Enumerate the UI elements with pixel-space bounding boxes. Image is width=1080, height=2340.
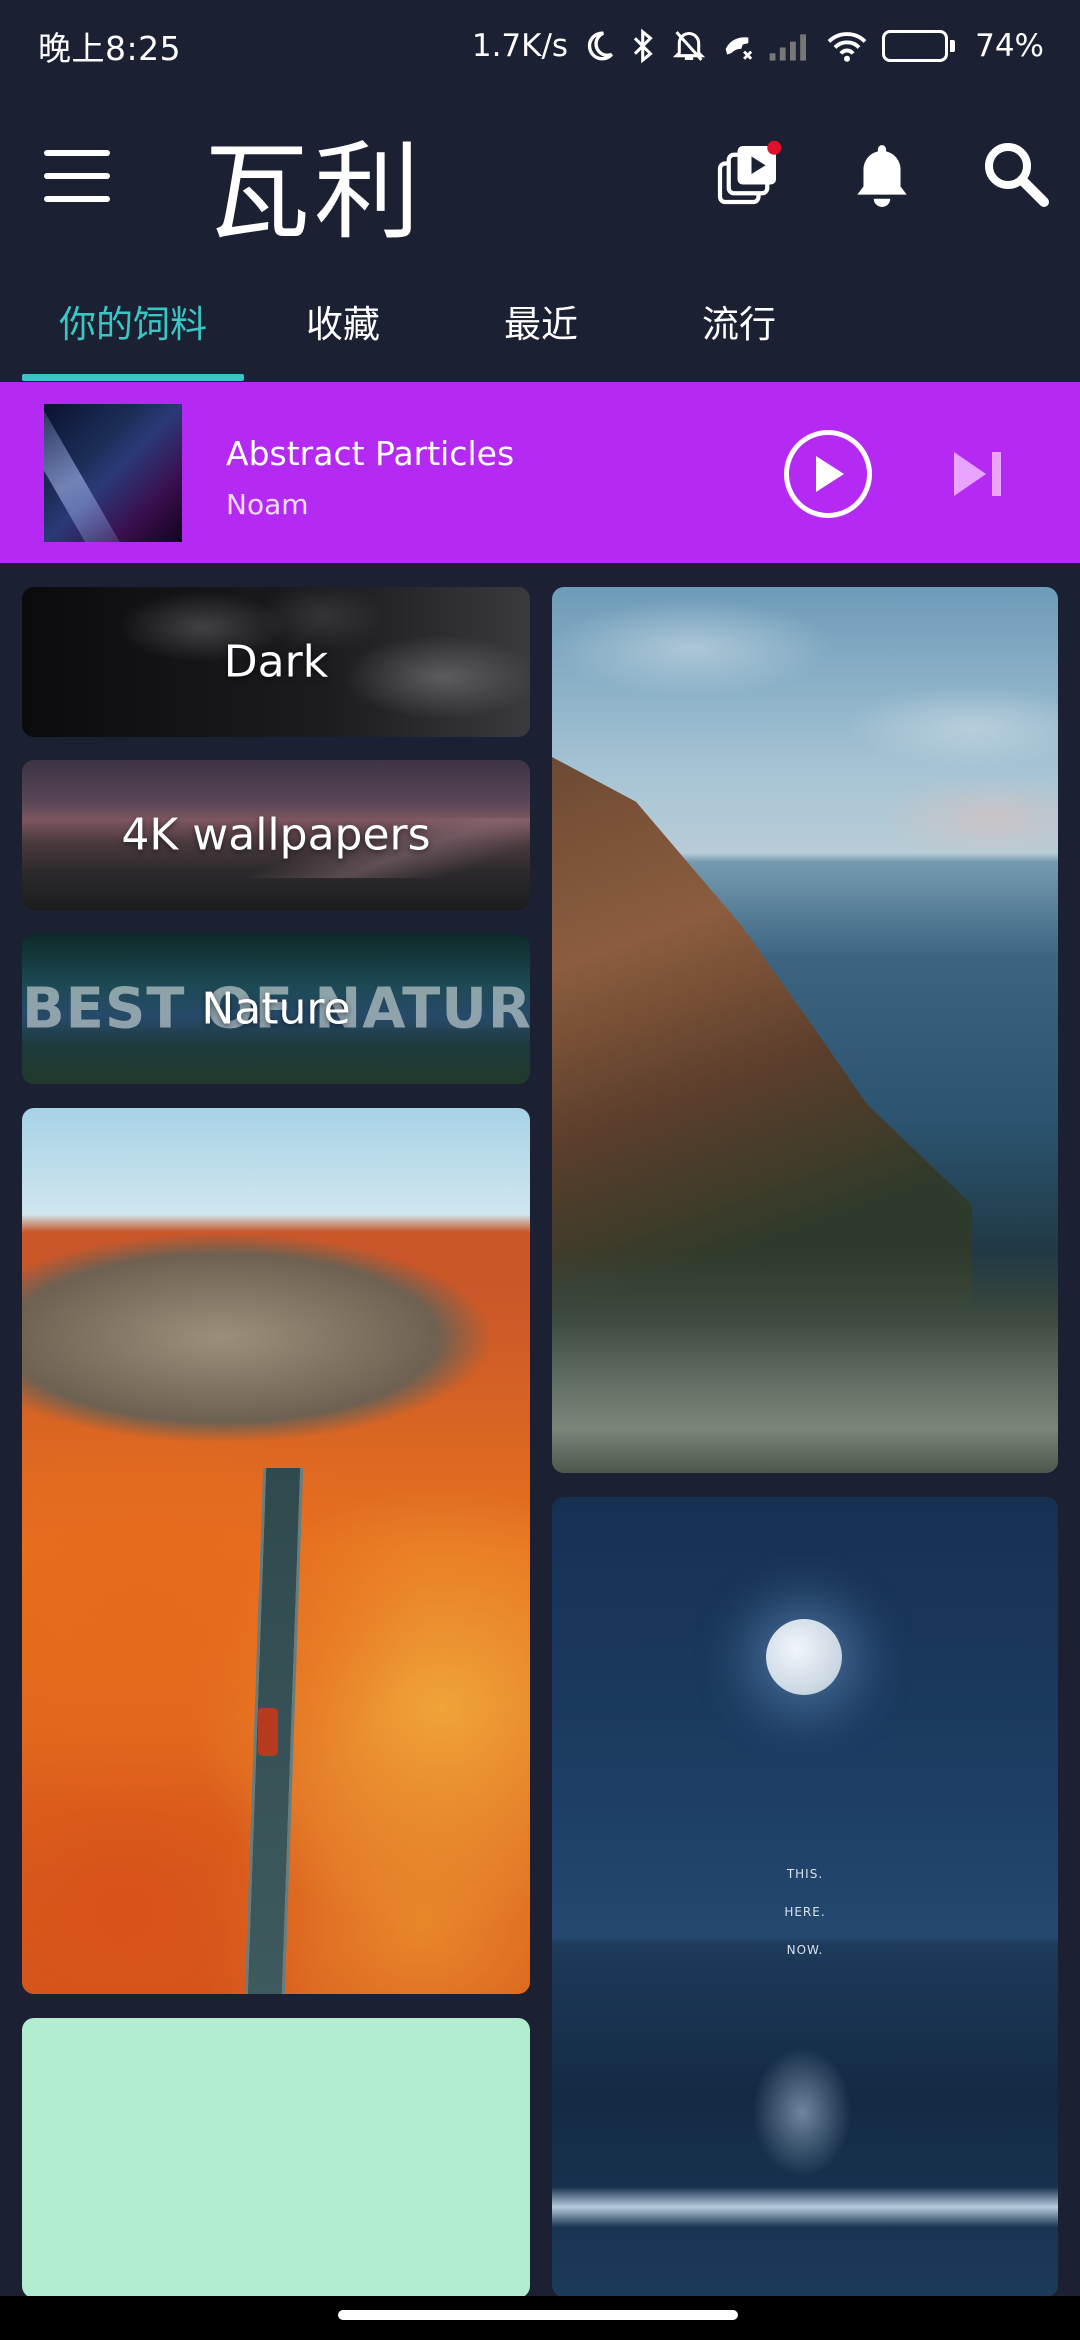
tab-indicator — [22, 374, 244, 381]
bell-icon — [857, 145, 907, 207]
status-bar: 晚上8:25 1.7K/s 74% — [0, 0, 1080, 92]
menu-icon — [44, 150, 110, 156]
moon — [766, 1619, 842, 1695]
moon-reflection — [752, 2047, 852, 2177]
caption-line: NOW. — [786, 1943, 824, 1957]
menu-button[interactable] — [36, 142, 118, 210]
tab-popular[interactable]: 流行 — [664, 270, 814, 382]
wallpaper-mint[interactable] — [22, 2018, 530, 2298]
video-wallpaper-button[interactable] — [706, 132, 790, 216]
caption-line: THIS. — [786, 1867, 824, 1881]
app-bar: 瓦利 — [0, 92, 1080, 260]
category-card-dark[interactable]: Dark — [22, 587, 530, 737]
battery-icon — [882, 30, 956, 62]
search-button[interactable] — [974, 132, 1058, 216]
tab-bar: 你的饲料 收藏 最近 流行 — [0, 270, 1080, 382]
track-artist: Noam — [226, 488, 309, 521]
bluetooth-icon — [630, 26, 658, 66]
tab-your-feed[interactable]: 你的饲料 — [22, 270, 244, 382]
category-label: Dark — [223, 636, 329, 688]
now-playing-bar[interactable]: Abstract Particles Noam — [0, 382, 1080, 563]
category-card-nature[interactable]: BEST OF NATURE Nature — [22, 934, 530, 1084]
status-icons: 1.7K/s 74% — [472, 26, 1044, 66]
search-icon — [985, 143, 1049, 207]
status-time: 晚上8:25 — [38, 29, 182, 68]
signal-icon — [768, 26, 812, 66]
album-art — [44, 404, 182, 542]
notifications-button[interactable] — [840, 132, 924, 216]
net-speed: 1.7K/s — [471, 28, 569, 64]
wallpaper-moon-sea[interactable]: THIS. HERE. NOW. — [552, 1497, 1058, 2297]
play-icon — [816, 456, 844, 492]
tab-recent[interactable]: 最近 — [466, 270, 616, 382]
grass — [552, 1253, 1058, 1473]
video-stack-icon — [717, 140, 782, 205]
wave — [552, 2187, 1058, 2227]
train — [258, 1708, 278, 1756]
skip-next-icon — [954, 452, 1001, 496]
tab-favorites[interactable]: 收藏 — [268, 270, 418, 382]
wallpaper-coastal-cliffs[interactable] — [552, 587, 1058, 1473]
moon-caption: THIS. HERE. NOW. — [552, 1855, 1058, 1969]
caption-line: HERE. — [784, 1905, 826, 1919]
moon-icon — [582, 26, 616, 66]
wifi-icon — [826, 26, 868, 66]
track-title: Abstract Particles — [226, 434, 515, 473]
call-icon — [720, 26, 754, 66]
category-label: Nature — [201, 983, 351, 1035]
wallpaper-autumn-valley[interactable] — [22, 1108, 530, 1994]
skip-next-button[interactable] — [950, 448, 1004, 500]
play-button[interactable] — [784, 430, 872, 518]
category-card-4k-wallpapers[interactable]: 4K wallpapers — [22, 760, 530, 910]
home-indicator[interactable] — [338, 2310, 738, 2320]
app-title: 瓦利 — [204, 131, 424, 254]
battery-percent: 74% — [975, 28, 1044, 64]
category-label: 4K wallpapers — [121, 809, 431, 861]
cliff — [552, 757, 972, 1317]
mute-icon — [672, 26, 706, 66]
